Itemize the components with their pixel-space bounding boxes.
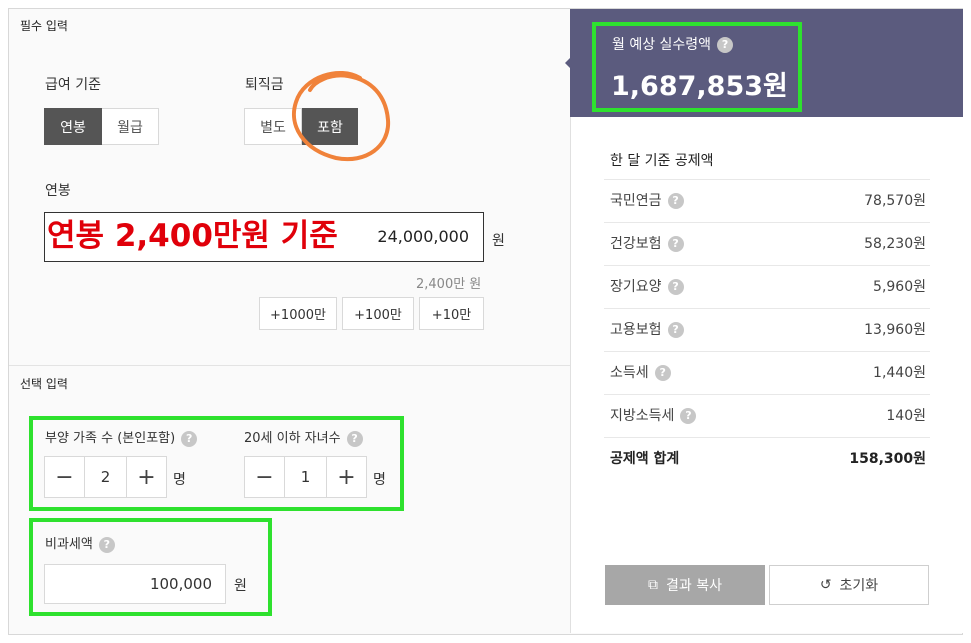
deduction-amount: 13,960원 <box>864 322 926 338</box>
deduction-row: 장기요양? 5,960원 <box>604 265 930 309</box>
section-divider <box>9 365 570 366</box>
green-box-annotation-family <box>29 416 404 511</box>
deduction-name-text: 지방소득세 <box>610 408 675 424</box>
long-term-care-help-icon[interactable]: ? <box>667 279 684 295</box>
annual-salary-man-amount: 2,400만 원 <box>416 277 482 292</box>
result-pointer-arrow <box>565 56 572 70</box>
pension-help-icon[interactable]: ? <box>667 193 684 209</box>
deduction-amount: 5,960원 <box>873 279 926 295</box>
deduction-name-text: 장기요양 <box>610 279 662 295</box>
salary-basis-monthly-option[interactable]: 월급 <box>102 108 159 145</box>
deduction-name: 지방소득세? <box>610 395 697 438</box>
add-100k-button[interactable]: +10만 <box>419 297 484 330</box>
salary-basis-annual-option[interactable]: 연봉 <box>44 108 102 145</box>
deduction-name: 소득세? <box>610 352 671 395</box>
deduction-name: 장기요양? <box>610 266 684 309</box>
reset-icon: ↺ <box>819 577 832 593</box>
annual-salary-value: 24,000,000 <box>377 227 469 246</box>
employment-insurance-help-icon[interactable]: ? <box>667 322 684 338</box>
reset-label: 초기화 <box>839 578 879 594</box>
deduction-amount: 78,570원 <box>864 193 926 209</box>
optional-section-title: 선택 입력 <box>20 377 68 391</box>
salary-overlay-caption: 연봉 2,400만원 기준 <box>47 218 338 254</box>
add-10m-button[interactable]: +1000만 <box>259 297 337 330</box>
deduction-row: 건강보험? 58,230원 <box>604 222 930 266</box>
copy-result-button[interactable]: ⧉ 결과 복사 <box>605 565 765 605</box>
deduction-row: 소득세? 1,440원 <box>604 351 930 395</box>
deduction-name: 국민연금? <box>610 180 684 223</box>
deduction-amount: 140원 <box>886 408 926 424</box>
local-income-tax-help-icon[interactable]: ? <box>680 408 697 424</box>
annual-salary-input[interactable]: 연봉 2,400만원 기준 24,000,000 <box>44 212 484 262</box>
copy-icon: ⧉ <box>648 577 658 593</box>
deduction-total-row: 공제액 합계 158,300원 <box>604 437 930 481</box>
deduction-name-text: 소득세 <box>610 365 649 381</box>
deduction-name-text: 건강보험 <box>610 236 662 252</box>
salary-basis-toggle: 연봉 월급 <box>44 108 159 145</box>
deduction-name: 고용보험? <box>610 309 684 352</box>
orange-circle-annotation <box>292 70 391 162</box>
green-box-annotation-result <box>592 22 802 112</box>
deduction-amount: 1,440원 <box>873 365 926 381</box>
deduction-row: 국민연금? 78,570원 <box>604 179 930 223</box>
deduction-total-label: 공제액 합계 <box>610 451 680 467</box>
annual-salary-unit: 원 <box>492 233 505 249</box>
add-1m-button[interactable]: +100만 <box>342 297 414 330</box>
severance-label: 퇴직금 <box>245 77 284 93</box>
required-section-title: 필수 입력 <box>20 19 68 33</box>
deduction-title: 한 달 기준 공제액 <box>610 153 714 169</box>
deduction-total-amount: 158,300원 <box>849 451 926 467</box>
annual-salary-label: 연봉 <box>45 183 71 199</box>
salary-basis-label: 급여 기준 <box>45 77 101 93</box>
deduction-name-text: 고용보험 <box>610 322 662 338</box>
green-box-annotation-taxfree <box>29 518 272 616</box>
deduction-amount: 58,230원 <box>864 236 926 252</box>
health-insurance-help-icon[interactable]: ? <box>667 236 684 252</box>
deduction-name-text: 국민연금 <box>610 193 662 209</box>
deduction-row: 지방소득세? 140원 <box>604 394 930 438</box>
copy-result-label: 결과 복사 <box>666 578 722 594</box>
reset-button[interactable]: ↺ 초기화 <box>769 565 929 605</box>
deduction-name: 건강보험? <box>610 223 684 266</box>
income-tax-help-icon[interactable]: ? <box>654 365 671 381</box>
deduction-row: 고용보험? 13,960원 <box>604 308 930 352</box>
